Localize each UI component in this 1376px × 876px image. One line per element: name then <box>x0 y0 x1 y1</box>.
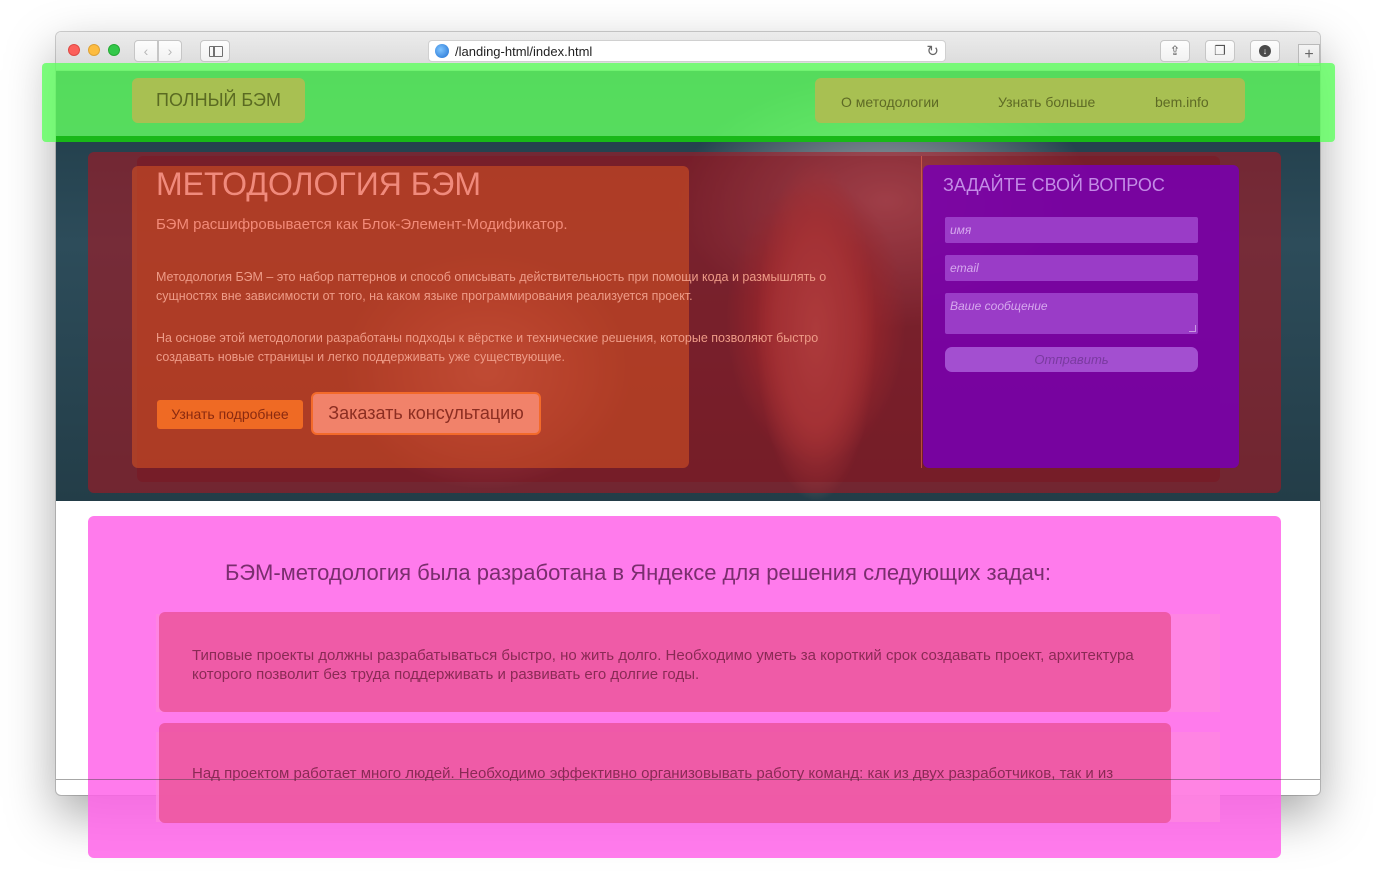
chevron-left-icon: ‹ <box>143 43 149 59</box>
tasks-heading: БЭМ-методология была разработана в Яндек… <box>225 560 1051 585</box>
globe-icon <box>435 44 449 58</box>
share-button[interactable]: ⇪ <box>1160 40 1190 62</box>
form-divider <box>921 156 922 468</box>
learn-more-button[interactable]: Узнать подробнее <box>157 400 303 429</box>
form-title: ЗАДАЙТЕ СВОЙ ВОПРОС <box>943 175 1165 195</box>
url-text: /landing-html/index.html <box>455 44 593 59</box>
address-bar[interactable]: /landing-html/index.html ↻ <box>428 40 946 62</box>
nav-link-learn-more[interactable]: Узнать больше <box>998 78 1095 123</box>
email-field[interactable]: email <box>945 255 1198 281</box>
hero-subtitle: БЭМ расшифровывается как Блок-Элемент-Мо… <box>156 216 568 233</box>
back-button[interactable]: ‹ <box>134 40 158 62</box>
close-window-button[interactable] <box>68 44 80 56</box>
forward-button[interactable]: › <box>158 40 182 62</box>
window-bottom-edge <box>56 779 1320 780</box>
hero-title: МЕТОДОЛОГИЯ БЭМ <box>156 166 482 202</box>
tabs-icon: ❐ <box>1214 43 1226 58</box>
task-text: Над проектом работает много людей. Необх… <box>192 765 1114 782</box>
nav-link-methodology[interactable]: О методологии <box>841 78 939 123</box>
order-consultation-button[interactable]: Заказать консультацию <box>311 392 541 435</box>
plus-icon: + <box>1304 46 1314 63</box>
download-icon: ↓ <box>1259 45 1271 57</box>
main-nav: О методологии Узнать больше bem.info <box>815 78 1245 123</box>
task-text: Типовые проекты должны разрабатываться б… <box>192 647 1134 683</box>
tabs-overview-button[interactable]: ❐ <box>1205 40 1235 62</box>
submit-button[interactable]: Отправить <box>945 347 1198 372</box>
nav-link-bem-info[interactable]: bem.info <box>1155 78 1209 123</box>
message-placeholder: Ваше сообщение <box>950 299 1048 313</box>
hero-paragraph: Методология БЭМ – это набор паттернов и … <box>156 270 827 303</box>
header-divider <box>56 136 1320 142</box>
screen: ‹ › /landing-html/index.html ↻ ⇪ ❐ ↓ + П… <box>0 0 1376 876</box>
sidebar-icon <box>209 46 223 57</box>
maximize-window-button[interactable] <box>108 44 120 56</box>
reload-icon[interactable]: ↻ <box>926 42 939 60</box>
chevron-right-icon: › <box>167 43 173 59</box>
sidebar-toggle-button[interactable] <box>200 40 230 62</box>
downloads-button[interactable]: ↓ <box>1250 40 1280 62</box>
hero-paragraph: На основе этой методологии разработаны п… <box>156 331 819 364</box>
site-logo[interactable]: ПОЛНЫЙ БЭМ <box>132 78 305 123</box>
resize-handle-icon[interactable] <box>1189 325 1196 332</box>
message-field[interactable]: Ваше сообщение <box>945 293 1198 334</box>
share-icon: ⇪ <box>1169 43 1181 58</box>
name-field[interactable]: имя <box>945 217 1198 243</box>
minimize-window-button[interactable] <box>88 44 100 56</box>
